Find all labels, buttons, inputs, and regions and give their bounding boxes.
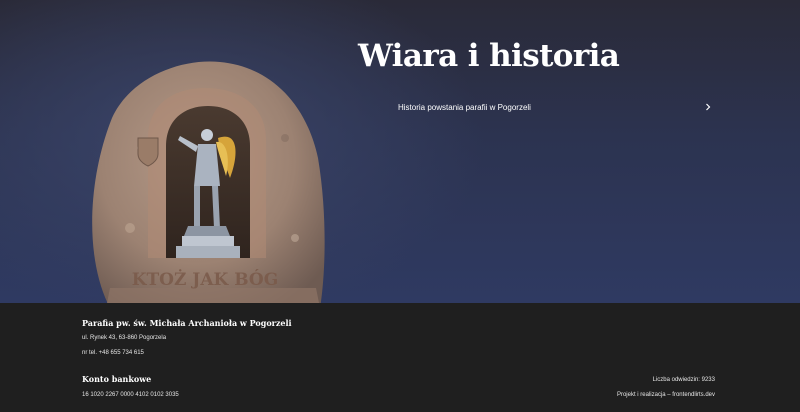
hero-section: KTOŻ JAK BÓG Wiara i historia Historia p… <box>0 0 800 303</box>
bank-account-heading: Konto bankowe <box>82 374 152 384</box>
chevron-right-icon <box>703 102 713 112</box>
bank-account-number: 16 1020 2267 0000 4102 0102 3035 <box>82 392 179 398</box>
monument-inscription: KTOŻ JAK BÓG <box>132 269 279 290</box>
history-link-label: Historia powstania parafii w Pogorzeli <box>398 102 531 112</box>
history-link[interactable]: Historia powstania parafii w Pogorzeli <box>398 100 713 114</box>
parish-phone: nr tel. +48 655 734 615 <box>82 350 144 356</box>
parish-address: ul. Rynek 43, 63-860 Pogorzela <box>82 335 167 341</box>
monument-image: KTOŻ JAK BÓG <box>92 61 325 303</box>
visit-counter: Liczba odwiedzin: 9233 <box>652 377 715 383</box>
parish-name: Parafia pw. św. Michała Archanioła w Pog… <box>82 318 292 328</box>
site-footer: Parafia pw. św. Michała Archanioła w Pog… <box>0 303 800 412</box>
credit-link[interactable]: Projekt i realizacja – frontendlirts.dev <box>617 392 715 398</box>
page-title: Wiara i historia <box>358 38 620 74</box>
